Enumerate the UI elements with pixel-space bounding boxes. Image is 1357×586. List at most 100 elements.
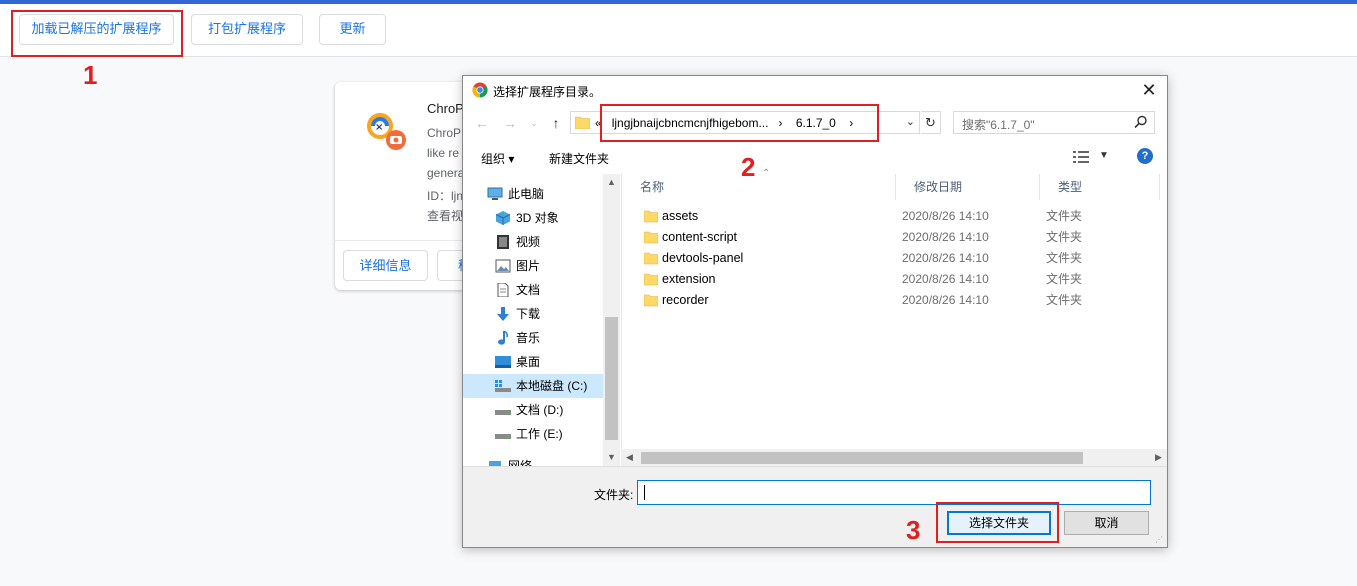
file-list-scrollbar[interactable]: ◀ ▶ (621, 449, 1167, 466)
folder-icon (575, 116, 590, 129)
file-modified: 2020/8/26 14:10 (902, 209, 989, 223)
command-bar: 组织 ▾ 新建文件夹 ▼ ? (463, 142, 1167, 172)
tree-item-label: 音乐 (516, 331, 541, 345)
file-row[interactable]: assets 2020/8/26 14:10 文件夹 (622, 206, 1162, 227)
view-options-icon[interactable] (1073, 150, 1089, 164)
video-icon (497, 235, 509, 249)
pictures-icon (495, 259, 511, 273)
drive-icon (495, 434, 511, 439)
documents-icon (497, 283, 509, 297)
tree-item-label: 本地磁盘 (C:) (516, 379, 588, 393)
folder-icon (644, 294, 658, 307)
folder-icon (644, 231, 658, 244)
scroll-left-icon[interactable]: ◀ (621, 449, 638, 466)
file-row[interactable]: recorder 2020/8/26 14:10 文件夹 (622, 290, 1162, 311)
file-name: recorder (662, 293, 709, 307)
tree-item-pictures[interactable]: 图片 (463, 254, 603, 278)
annotation-box-3 (936, 502, 1059, 543)
tree-item-documents[interactable]: 文档 (463, 278, 603, 302)
navigation-scrollbar[interactable]: ▲ ▼ (603, 174, 620, 466)
tree-item-label: 图片 (516, 259, 541, 273)
search-box[interactable]: 搜索"6.1.7_0" (953, 111, 1155, 134)
dialog-footer: 文件夹: 选择文件夹 取消 ⋰ (463, 466, 1167, 547)
tree-item-label: 文档 (516, 283, 541, 297)
file-type: 文件夹 (1046, 272, 1083, 286)
screen: 加载已解压的扩展程序 打包扩展程序 更新 × ChroP ChroP like … (0, 0, 1357, 586)
file-type: 文件夹 (1046, 293, 1083, 307)
tree-item-label: 桌面 (516, 355, 541, 369)
address-dropdown-icon[interactable]: ⌄ (906, 115, 915, 128)
tree-item-label: 网络 (508, 459, 533, 466)
tree-item-label: 文档 (D:) (516, 403, 564, 417)
refresh-icon[interactable]: ↻ (921, 111, 941, 134)
extension-logo-icon: × (367, 113, 406, 150)
column-header-name[interactable]: 名称 (622, 174, 896, 200)
close-icon[interactable]: ✕ (1139, 80, 1159, 100)
resize-grip-icon[interactable]: ⋰ (1155, 535, 1165, 545)
organize-menu[interactable]: 组织 ▾ (481, 150, 514, 167)
tree-item-label: 此电脑 (508, 187, 545, 201)
search-placeholder: 搜索"6.1.7_0" (962, 118, 1035, 132)
scroll-up-icon[interactable]: ▲ (603, 174, 620, 191)
pack-extension-button[interactable]: 打包扩展程序 (191, 14, 303, 45)
file-row[interactable]: devtools-panel 2020/8/26 14:10 文件夹 (622, 248, 1162, 269)
update-button[interactable]: 更新 (319, 14, 386, 45)
folder-name-input[interactable] (637, 480, 1151, 505)
recent-locations-chevron-icon[interactable]: ⌄ (525, 114, 543, 132)
tree-item-drive-d[interactable]: 文档 (D:) (463, 398, 603, 422)
tree-item-desktop[interactable]: 桌面 (463, 350, 603, 374)
3d-objects-icon (495, 211, 511, 225)
sort-chevron-icon: ⌃ (762, 168, 771, 179)
tree-item-downloads[interactable]: 下载 (463, 302, 603, 326)
select-folder-dialog: 选择扩展程序目录。 ✕ ← → ⌄ ↑ « ljngjbnaijcbncmcnj… (462, 75, 1168, 548)
column-header-type[interactable]: 类型 (1040, 174, 1160, 200)
details-button[interactable]: 详细信息 (343, 250, 428, 281)
tree-item-drive-e[interactable]: 工作 (E:) (463, 422, 603, 446)
view-dropdown-icon[interactable]: ▼ (1099, 150, 1109, 161)
drive-icon (495, 380, 511, 392)
up-arrow-icon[interactable]: ↑ (547, 114, 565, 132)
file-name: assets (662, 209, 699, 223)
tree-item-3d-objects[interactable]: 3D 对象 (463, 206, 603, 230)
tree-item-this-pc[interactable]: 此电脑 (463, 182, 603, 206)
scroll-right-icon[interactable]: ▶ (1150, 449, 1167, 466)
tree-item-music[interactable]: 音乐 (463, 326, 603, 350)
file-name: content-script (662, 230, 738, 244)
file-row[interactable]: content-script 2020/8/26 14:10 文件夹 (622, 227, 1162, 248)
column-header-modified[interactable]: 修改日期 (896, 174, 1040, 200)
inspect-views-link[interactable]: 查看视 (427, 207, 463, 224)
folder-field-label: 文件夹: (594, 488, 634, 502)
tree-item-label: 工作 (E:) (516, 427, 563, 441)
scrollbar-thumb[interactable] (641, 452, 1083, 464)
annotation-number-3: 3 (906, 515, 921, 545)
new-folder-button[interactable]: 新建文件夹 (549, 150, 609, 167)
forward-arrow-icon[interactable]: → (501, 114, 519, 132)
scroll-down-icon[interactable]: ▼ (603, 449, 620, 466)
back-arrow-icon[interactable]: ← (473, 114, 491, 132)
dialog-titlebar[interactable]: 选择扩展程序目录。 ✕ (463, 76, 1167, 104)
annotation-box-1 (11, 10, 183, 57)
annotation-number-2: 2 (741, 152, 756, 182)
tree-item-network[interactable]: 网络 (463, 454, 603, 466)
help-icon[interactable]: ? (1137, 148, 1153, 164)
chrome-icon (472, 82, 488, 98)
tree-item-label: 视频 (516, 235, 541, 249)
tree-item-drive-c[interactable]: 本地磁盘 (C:) (463, 374, 603, 398)
annotation-box-2 (600, 104, 879, 142)
search-icon (1134, 115, 1147, 129)
music-icon (498, 331, 508, 345)
file-name: devtools-panel (662, 251, 744, 265)
extension-id: ID：ljn (427, 189, 464, 203)
svg-text:×: × (375, 122, 383, 133)
computer-icon (487, 187, 503, 200)
annotation-number-1: 1 (83, 60, 98, 90)
tree-item-videos[interactable]: 视频 (463, 230, 603, 254)
extension-name: ChroP (427, 101, 464, 116)
tree-item-label: 下载 (516, 307, 541, 321)
folder-icon (644, 210, 658, 223)
file-modified: 2020/8/26 14:10 (902, 293, 989, 307)
desktop-icon (495, 356, 511, 368)
scrollbar-thumb[interactable] (605, 317, 618, 440)
file-row[interactable]: extension 2020/8/26 14:10 文件夹 (622, 269, 1162, 290)
cancel-button[interactable]: 取消 (1064, 511, 1149, 535)
